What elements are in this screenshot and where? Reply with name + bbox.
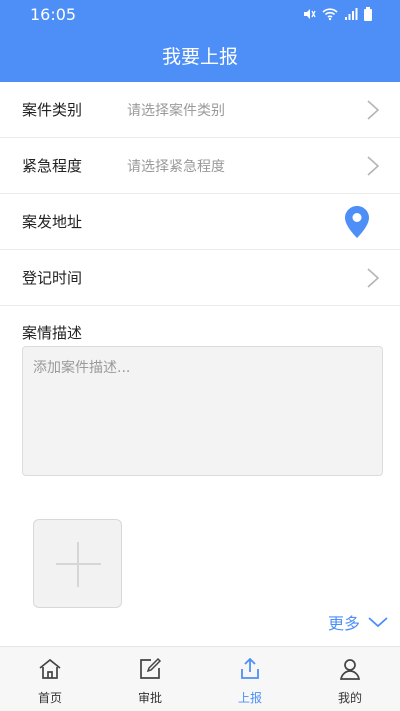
case-type-label: 案件类别 xyxy=(22,101,83,119)
address-row[interactable]: 案发地址 xyxy=(0,194,400,250)
add-photo-button[interactable] xyxy=(33,519,122,608)
wifi-icon xyxy=(322,6,338,25)
page-title: 我要上报 xyxy=(161,46,238,68)
description-input[interactable]: 添加案件描述... xyxy=(22,346,383,476)
plus-icon-vertical xyxy=(77,542,79,587)
signal-icon xyxy=(344,6,358,25)
tab-home[interactable]: 首页 xyxy=(0,647,100,711)
tab-approval[interactable]: 审批 xyxy=(100,647,200,711)
edit-icon xyxy=(140,657,162,679)
register-time-row[interactable]: 登记时间 xyxy=(0,250,400,306)
chevron-down-icon xyxy=(368,617,388,628)
status-icons xyxy=(302,6,372,25)
urgency-label: 紧急程度 xyxy=(22,157,83,175)
more-label: 更多 xyxy=(327,614,360,633)
tab-home-label: 首页 xyxy=(37,691,62,705)
home-icon xyxy=(39,658,61,679)
urgency-row[interactable]: 紧急程度 请选择紧急程度 xyxy=(0,138,400,194)
tab-report-label: 上报 xyxy=(237,691,262,705)
battery-icon xyxy=(364,6,372,25)
tab-report[interactable]: 上报 xyxy=(200,647,300,711)
app-header: 16:05 我要上报 xyxy=(0,0,400,82)
urgency-placeholder: 请选择紧急程度 xyxy=(127,159,225,175)
case-type-row[interactable]: 案件类别 请选择案件类别 xyxy=(0,82,400,138)
register-time-label: 登记时间 xyxy=(22,269,83,287)
tab-profile-label: 我的 xyxy=(337,691,362,705)
chevron-right-icon xyxy=(367,100,380,120)
address-label: 案发地址 xyxy=(22,213,83,231)
mute-icon xyxy=(302,6,316,25)
upload-icon xyxy=(241,657,259,679)
tab-approval-label: 审批 xyxy=(137,691,162,705)
case-type-placeholder: 请选择案件类别 xyxy=(127,103,225,119)
chevron-right-icon xyxy=(367,268,380,288)
more-button[interactable]: 更多 xyxy=(328,610,388,634)
status-time: 16:05 xyxy=(30,5,77,24)
bottom-tab-bar: 首页 审批 上报 我的 xyxy=(0,646,400,711)
tab-profile[interactable]: 我的 xyxy=(300,647,400,711)
location-pin-icon[interactable] xyxy=(344,205,370,239)
chevron-right-icon xyxy=(367,156,380,176)
description-label: 案情描述 xyxy=(22,324,83,342)
user-icon xyxy=(339,659,361,680)
